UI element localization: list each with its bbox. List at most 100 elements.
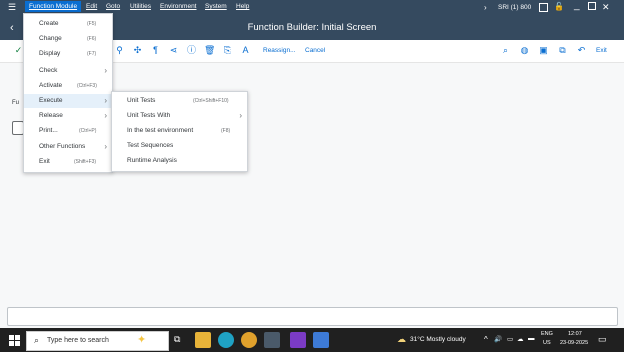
edge-icon[interactable] [218,332,234,348]
menu-item-label: Exit [39,158,50,165]
copilot-icon[interactable]: ✦ [137,333,146,346]
weather-icon[interactable]: ☁ [397,334,406,345]
menu-utilities[interactable]: Utilities [130,3,151,10]
exit-button[interactable]: Exit [596,47,607,54]
status-bar[interactable] [7,307,618,326]
onedrive-icon[interactable]: ☁ [517,335,524,343]
cloud-app-icon[interactable] [313,332,329,348]
menu-item-label: In the test environment [127,127,194,134]
weather-text[interactable]: 31°C Mostly cloudy [410,336,466,343]
close-icon[interactable]: ✕ [602,2,610,13]
menu-item-label: Execute [39,97,63,104]
menu-item-label: Other Functions [39,143,86,150]
clock-date[interactable]: 23-09-2025 [560,340,588,346]
menu-item-shortcut: (Ctrl+P) [79,128,97,134]
menu-item-execute[interactable]: Execute › [24,94,112,108]
menu-item-label: Create [39,20,59,27]
search-icon: ⌕ [34,335,40,345]
chevron-right-icon: › [104,111,107,120]
menu-item-label: Change [39,35,62,42]
system-info[interactable]: SRI (1) 800 [498,4,531,11]
menu-item-runtime-analysis[interactable]: Runtime Analysis [112,154,247,168]
execute-submenu: Unit Tests (Ctrl+Shift+F10) Unit Tests W… [111,91,248,172]
tray-overflow-icon[interactable]: ^ [484,335,488,344]
menu-item-unit-tests-with[interactable]: Unit Tests With › [112,109,247,123]
chevron-right-icon: › [239,111,242,120]
menu-item-create[interactable]: Create (F5) [24,17,112,31]
menu-system[interactable]: System [205,3,227,10]
network-icon[interactable]: ▭ [507,335,513,343]
menu-item-label: Check [39,67,58,74]
menu-item-shortcut: (Ctrl+F3) [77,83,97,89]
where-used-icon[interactable]: ⚲ [114,45,125,56]
chevron-right-icon[interactable]: › [484,3,487,12]
menu-item-display[interactable]: Display (F7) [24,47,112,61]
menu-item-shortcut: (Ctrl+Shift+F10) [193,98,229,104]
menu-item-shortcut: (F6) [87,36,97,42]
chevron-right-icon: › [104,96,107,105]
undo-icon[interactable]: ↶ [576,45,587,56]
share-icon[interactable]: ⋖ [168,45,179,56]
chevron-right-icon: › [104,66,107,75]
volume-icon[interactable]: 🔊 [494,335,502,343]
taskbar: ⌕ Type here to search ✦ ⧉ ☁ 31°C Mostly … [0,328,624,352]
onenote-icon[interactable] [290,332,306,348]
other-object-icon[interactable]: ✣ [132,45,143,56]
file-explorer-icon[interactable] [195,332,211,348]
reassign-button[interactable]: Reassign... [263,47,296,54]
sap-gui-icon[interactable] [264,332,280,348]
menu-function-module[interactable]: Function Module [25,1,82,12]
function-module-label: Fu [12,100,20,106]
meet-icon[interactable]: ▬ [528,335,535,342]
menu-item-label: Runtime Analysis [127,157,177,164]
menu-item-label: Test Sequences [127,142,174,149]
menu-item-label: Unit Tests [127,97,156,104]
chevron-right-icon: › [104,142,107,151]
windows-start-icon[interactable] [9,335,20,346]
new-window-icon[interactable]: ⧉ [557,45,568,56]
copy-icon[interactable]: ⎘ [222,45,233,56]
menu-item-label: Unit Tests With [127,112,171,119]
clock-time[interactable]: 12:07 [568,331,582,337]
language-bottom[interactable]: US [543,340,551,346]
menu-help[interactable]: Help [236,3,249,10]
menu-item-shortcut: (F5) [87,21,97,27]
cancel-button[interactable]: Cancel [305,47,325,54]
menu-goto[interactable]: Goto [106,3,120,10]
minimize-icon[interactable]: _ [574,0,580,11]
language-top[interactable]: ENG [541,331,553,337]
menu-environment[interactable]: Environment [160,3,197,10]
display-object-list-icon[interactable]: ¶ [150,45,161,56]
menu-item-unit-tests[interactable]: Unit Tests (Ctrl+Shift+F10) [112,94,247,108]
task-view-icon[interactable]: ⧉ [174,334,180,345]
restore-icon[interactable] [588,2,596,10]
taskbar-search-box[interactable]: ⌕ Type here to search [26,331,169,351]
window-icon[interactable]: ▣ [538,45,549,56]
shortcut-menu-icon[interactable] [539,3,548,12]
menu-item-check[interactable]: Check › [24,64,112,78]
menu-item-exit[interactable]: Exit (Shift+F3) [24,155,112,169]
menu-item-test-environment[interactable]: In the test environment (F8) [112,124,247,138]
menu-item-label: Activate [39,82,63,89]
notification-icon[interactable]: ▭ [598,334,607,345]
lock-icon[interactable]: 🔓 [554,2,564,11]
menu-item-shortcut: (Shift+F3) [74,159,97,165]
function-module-menu: Create (F5) Change (F6) Display (F7) Che… [23,13,113,173]
menu-item-print[interactable]: Print... (Ctrl+P) [24,124,112,138]
menu-edit[interactable]: Edit [86,3,97,10]
menu-item-other-functions[interactable]: Other Functions › [24,140,112,154]
hamburger-icon[interactable]: ☰ [8,3,16,12]
menu-item-change[interactable]: Change (F6) [24,32,112,46]
search-icon[interactable]: ⌕ [500,45,511,56]
delete-icon[interactable]: 🗑 [204,45,215,56]
rename-icon[interactable]: A [240,45,251,56]
menu-item-label: Release [39,112,63,119]
menu-item-activate[interactable]: Activate (Ctrl+F3) [24,79,112,93]
info-icon[interactable]: ⓘ [186,45,197,56]
menu-item-label: Print... [39,127,58,134]
menu-item-test-sequences[interactable]: Test Sequences [112,139,247,153]
globe-icon[interactable]: ◍ [519,45,530,56]
menu-item-shortcut: (F8) [221,128,231,134]
menu-item-release[interactable]: Release › [24,109,112,123]
chrome-icon[interactable] [241,332,257,348]
